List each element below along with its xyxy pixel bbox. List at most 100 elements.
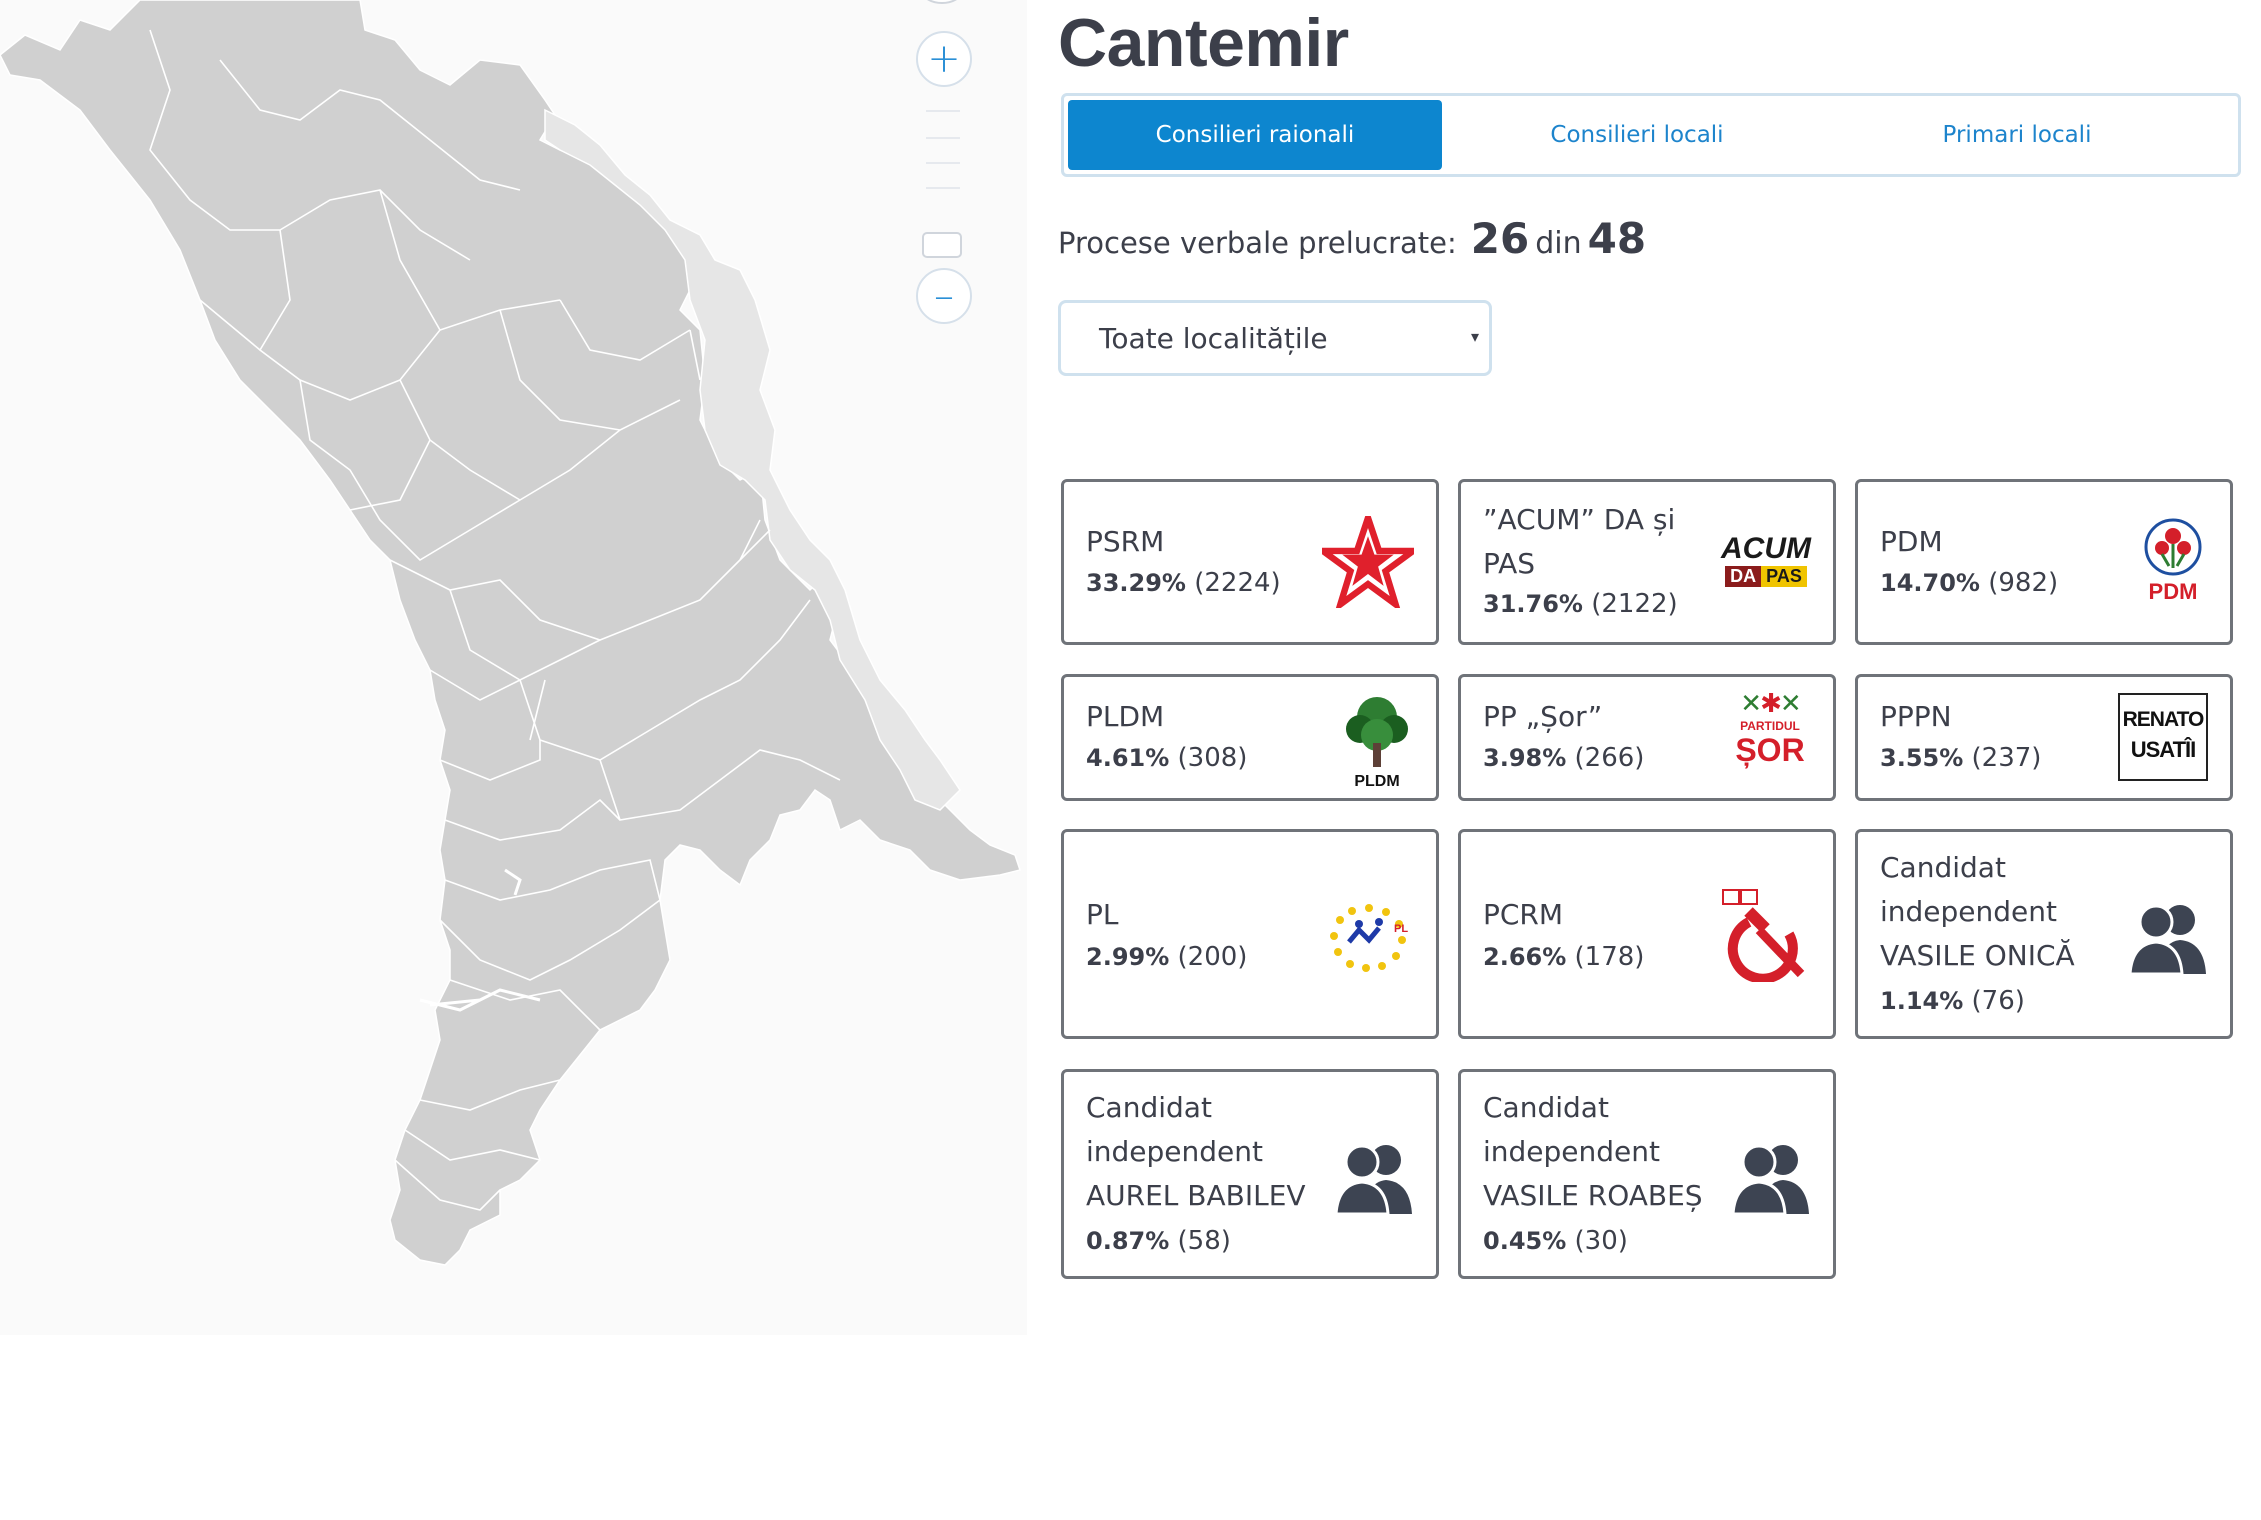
party-percent: 1.14% [1880,987,1964,1015]
party-name: PDM [1880,525,1943,558]
party-percent: 0.45% [1483,1227,1567,1255]
party-result: 2.66% (178) [1483,942,1644,972]
election-type-tabs: Consilieri raionali Consilieri locali Pr… [1061,93,2241,177]
zoom-out-button[interactable]: – [916,268,972,324]
party-votes: (76) [1971,986,2025,1016]
sor-logo-small: PARTIDUL [1740,719,1800,733]
party-result: 31.76% (2122) [1483,589,1678,619]
party-result: 14.70% (982) [1880,568,2058,598]
people-icon [2128,904,2206,974]
party-percent: 0.87% [1086,1227,1170,1255]
processed-separator: din [1535,226,1582,261]
result-card-vasile-roabes[interactable]: Candidat independent VASILE ROABEȘ 0.45%… [1458,1069,1836,1279]
party-result: 33.29% (2224) [1086,568,1281,598]
result-card-pcrm[interactable]: PCRM 2.66% (178) [1458,829,1836,1039]
party-votes: (266) [1574,743,1645,773]
result-card-pldm[interactable]: PLDM 4.61% (308) PLDM [1061,674,1439,801]
party-votes: (2122) [1591,589,1678,619]
party-result: 0.87% (58) [1086,1226,1231,1256]
processed-label: Procese verbale prelucrate: [1058,226,1457,260]
party-percent: 31.76% [1483,590,1583,618]
red-star-icon [1322,516,1414,608]
party-percent: 33.29% [1086,569,1186,597]
zoom-slider-tick[interactable] [926,187,960,189]
result-card-pl[interactable]: PL 2.99% (200) PL [1061,829,1439,1039]
locality-select-value: Toate localitățile [1099,321,1328,355]
zoom-slider-tick[interactable] [926,110,960,112]
party-name: ”ACUM” DA și PAS [1483,503,1676,580]
party-result: 4.61% (308) [1086,743,1247,773]
party-name: PL [1086,898,1119,931]
party-name: Candidat independent AUREL BABILEV [1086,1091,1306,1212]
sor-logo-big: ȘOR [1735,732,1805,768]
party-votes: (30) [1574,1226,1628,1256]
hammer-sickle-icon [1722,889,1805,982]
result-card-pdm[interactable]: PDM 14.70% (982) PDM [1855,479,2233,645]
result-card-acum[interactable]: ”ACUM” DA și PAS 31.76% (2122) ACUM DA P… [1458,479,1836,645]
locality-select[interactable]: Toate localitățile ▾ [1058,300,1492,376]
processed-counter: Procese verbale prelucrate: 26 din 48 [1058,214,1646,263]
party-percent: 2.66% [1483,943,1567,971]
party-name: PCRM [1483,898,1564,931]
processed-total: 48 [1587,214,1647,263]
zoom-slider-tick[interactable] [926,137,960,139]
party-result: 1.14% (76) [1880,986,2025,1016]
acum-logo-text: ACUM [1721,532,1811,565]
party-votes: (58) [1177,1226,1231,1256]
sor-logo: ✕✱✕ PARTIDUL ȘOR [1729,689,1811,789]
zoom-slider-tick[interactable] [926,162,960,164]
tab-consilieri-raionali[interactable]: Consilieri raionali [1068,100,1442,170]
tree-icon [1346,697,1408,767]
acum-logo: ACUM DA PAS [1721,534,1811,592]
chevron-down-icon: ▾ [1470,327,1479,346]
party-name: PLDM [1086,700,1165,733]
party-votes: (2224) [1194,568,1281,598]
pldm-logo-text: PLDM [1354,773,1400,790]
pl-logo-text: PL [1394,923,1408,935]
result-card-vasile-onica[interactable]: Candidat independent VASILE ONICĂ 1.14% … [1855,829,2233,1039]
moldova-map[interactable] [0,0,1027,1335]
party-votes: (178) [1574,942,1645,972]
party-percent: 2.99% [1086,943,1170,971]
party-votes: (237) [1971,743,2042,773]
party-name: PPPN [1880,700,1952,733]
people-icon [1334,1144,1412,1214]
party-result: 2.99% (200) [1086,942,1247,972]
sor-ornament-icon: ✕✱✕ [1740,689,1801,719]
page-title: Cantemir [1058,5,1349,81]
result-card-psrm[interactable]: PSRM 33.29% (2224) [1061,479,1439,645]
result-card-aurel-babilev[interactable]: Candidat independent AUREL BABILEV 0.87%… [1061,1069,1439,1279]
tab-primari-locali[interactable]: Primari locali [1832,100,2202,170]
party-votes: (308) [1177,743,1248,773]
party-votes: (982) [1988,568,2059,598]
tab-consilieri-locali[interactable]: Consilieri locali [1442,100,1832,170]
party-votes: (200) [1177,942,1248,972]
renato-usatii-logo: RENATO USATÎI [2118,693,2208,781]
party-result: 3.98% (266) [1483,743,1644,773]
zoom-in-button[interactable]: + [916,31,972,87]
party-percent: 3.98% [1483,744,1567,772]
party-percent: 3.55% [1880,744,1964,772]
map-panel[interactable]: + – [0,0,1027,1335]
processed-done: 26 [1470,214,1530,263]
acum-logo-da: DA [1725,566,1762,587]
results-panel: Cantemir Consilieri raionali Consilieri … [1058,0,2261,1335]
pl-stars-logo: PL [1330,904,1408,972]
result-card-pppn[interactable]: PPPN 3.55% (237) RENATO USATÎI [1855,674,2233,801]
party-result: 0.45% (30) [1483,1226,1628,1256]
people-icon [1731,1144,1809,1214]
party-name: Candidat independent VASILE ROABEȘ [1483,1091,1703,1212]
renato-logo-line1: RENATO [2122,708,2205,731]
result-card-sor[interactable]: PP „Șor” 3.98% (266) ✕✱✕ PARTIDUL ȘOR [1458,674,1836,801]
party-name: Candidat independent VASILE ONICĂ [1880,851,2075,972]
zoom-slider-handle[interactable] [922,232,962,258]
renato-logo-line2: USATÎI [2130,737,2196,762]
acum-logo-pas: PAS [1761,566,1807,587]
party-result: 3.55% (237) [1880,743,2041,773]
pdm-logo-text: PDM [2148,579,2198,604]
minus-icon: – [934,273,954,319]
pdm-rose-logo: PDM [2138,518,2208,608]
map-territory[interactable] [0,0,1021,1266]
party-name: PP „Șor” [1483,700,1603,733]
party-name: PSRM [1086,525,1165,558]
